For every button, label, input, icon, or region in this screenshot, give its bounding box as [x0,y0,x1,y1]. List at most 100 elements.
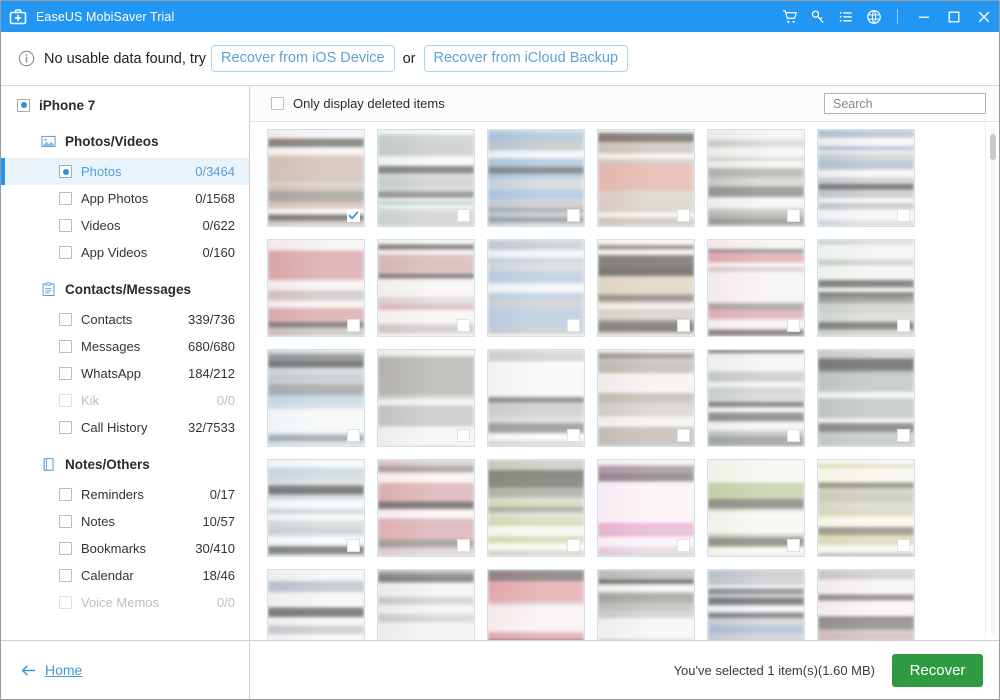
checkbox-icon[interactable] [59,488,72,501]
thumbnail-item[interactable] [597,239,695,337]
cart-icon[interactable] [776,1,804,32]
sidebar-group-notes-others[interactable]: Notes/Others [1,448,249,481]
sidebar-item-call-history[interactable]: Call History 32/7533 [1,414,249,441]
thumbnail-item[interactable] [267,349,365,447]
thumbnail-checkbox[interactable] [457,429,470,442]
thumbnail-item[interactable] [377,349,475,447]
thumbnail-item[interactable] [707,349,805,447]
thumbnail-checkbox[interactable] [787,539,800,552]
thumbnail-item[interactable] [707,459,805,557]
sidebar-item-reminders[interactable]: Reminders 0/17 [1,481,249,508]
thumbnail-item[interactable] [707,569,805,640]
sidebar-item-photos[interactable]: Photos 0/3464 [1,158,249,185]
list-icon[interactable] [832,1,860,32]
thumbnail-item[interactable] [487,459,585,557]
thumbnail-item[interactable] [487,129,585,227]
checkbox-icon[interactable] [59,515,72,528]
thumbnail-item[interactable] [817,349,915,447]
radio-selected-icon[interactable] [59,165,72,178]
checkbox-icon[interactable] [59,246,72,259]
sidebar-item-messages[interactable]: Messages 680/680 [1,333,249,360]
maximize-button[interactable] [939,1,969,32]
thumbnail-checkbox[interactable] [457,319,470,332]
thumbnail-item[interactable] [597,569,695,640]
thumbnail-checkbox[interactable] [677,539,690,552]
thumbnail-item[interactable] [707,239,805,337]
thumbnail-item[interactable] [377,459,475,557]
thumbnail-item[interactable] [377,129,475,227]
radio-selected-icon[interactable] [17,98,30,112]
checkbox-icon[interactable] [59,340,72,353]
thumbnail-checkbox[interactable] [347,429,360,442]
thumbnail-item[interactable] [267,239,365,337]
thumbnail-item[interactable] [817,459,915,557]
thumbnail-checkbox[interactable] [567,209,580,222]
thumbnail-checkbox[interactable] [567,319,580,332]
thumbnail-item[interactable] [487,349,585,447]
thumbnail-checkbox[interactable] [567,429,580,442]
thumbnail-grid[interactable] [250,122,985,640]
thumbnail-checkbox[interactable] [567,539,580,552]
thumbnail-checkbox[interactable] [677,319,690,332]
thumbnail-checkbox[interactable] [897,429,910,442]
thumbnail-checkbox[interactable] [897,209,910,222]
thumbnail-item[interactable] [707,129,805,227]
thumbnail-checkbox-checked[interactable] [347,209,360,222]
sidebar-group-photos-videos[interactable]: Photos/Videos [1,125,249,158]
thumbnail-item[interactable] [267,459,365,557]
thumbnail-checkbox[interactable] [897,319,910,332]
checkbox-icon[interactable] [59,313,72,326]
thumbnail-checkbox[interactable] [787,429,800,442]
search-input[interactable] [831,95,979,112]
vertical-scrollbar[interactable] [985,122,999,640]
sidebar-item-app-photos[interactable]: App Photos 0/1568 [1,185,249,212]
thumbnail-item[interactable] [817,129,915,227]
thumbnail-item[interactable] [597,129,695,227]
checkbox-icon[interactable] [59,192,72,205]
thumbnail-checkbox[interactable] [787,319,800,332]
thumbnail-item[interactable] [377,239,475,337]
sidebar-item-calendar[interactable]: Calendar 18/46 [1,562,249,589]
sidebar-device-row[interactable]: iPhone 7 [1,92,249,118]
recover-button[interactable]: Recover [892,653,983,687]
thumbnail-item[interactable] [267,569,365,640]
checkbox-icon[interactable] [59,542,72,555]
sidebar-item-whatsapp[interactable]: WhatsApp 184/212 [1,360,249,387]
thumbnail-item[interactable] [267,129,365,227]
sidebar-item-contacts[interactable]: Contacts 339/736 [1,306,249,333]
thumbnail-item[interactable] [487,239,585,337]
close-button[interactable] [969,1,999,32]
thumbnail-item[interactable] [817,569,915,640]
thumbnail-checkbox[interactable] [677,209,690,222]
sidebar-group-contacts-messages[interactable]: Contacts/Messages [1,273,249,306]
thumbnail-item[interactable] [487,569,585,640]
sidebar-item-bookmarks[interactable]: Bookmarks 30/410 [1,535,249,562]
thumbnail-checkbox[interactable] [787,209,800,222]
thumbnail-item[interactable] [597,349,695,447]
minimize-button[interactable] [909,1,939,32]
thumbnail-checkbox[interactable] [457,209,470,222]
thumbnail-checkbox[interactable] [347,319,360,332]
checkbox-icon[interactable] [59,569,72,582]
sidebar-item-app-videos[interactable]: App Videos 0/160 [1,239,249,266]
recover-from-icloud-backup-button[interactable]: Recover from iCloud Backup [423,44,629,73]
sidebar-item-videos[interactable]: Videos 0/622 [1,212,249,239]
checkbox-icon[interactable] [59,367,72,380]
thumbnail-checkbox[interactable] [897,539,910,552]
home-link[interactable]: Home [21,662,82,678]
key-icon[interactable] [804,1,832,32]
globe-icon[interactable] [860,1,888,32]
thumbnail-checkbox[interactable] [347,539,360,552]
thumbnail-item[interactable] [817,239,915,337]
thumbnail-checkbox[interactable] [457,539,470,552]
sidebar-item-notes[interactable]: Notes 10/57 [1,508,249,535]
scrollbar-track[interactable] [991,128,995,634]
checkbox-icon[interactable] [59,219,72,232]
thumbnail-checkbox[interactable] [677,429,690,442]
checkbox-icon[interactable] [59,421,72,434]
scrollbar-thumb[interactable] [990,134,996,160]
thumbnail-item[interactable] [597,459,695,557]
thumbnail-item[interactable] [377,569,475,640]
only-deleted-items-checkbox[interactable] [271,97,284,110]
search-box[interactable] [824,93,986,114]
